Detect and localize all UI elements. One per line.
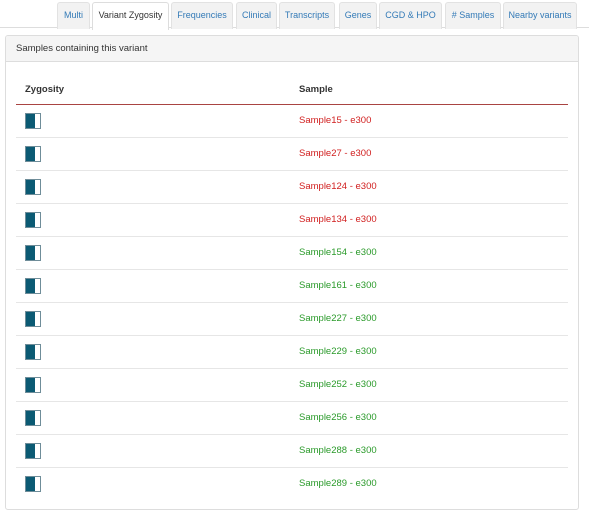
zygosity-cell [16, 335, 299, 369]
zygosity-cell [16, 302, 299, 336]
table-row: Sample161 - e300 [16, 269, 568, 303]
heterozygous-icon [25, 409, 41, 426]
table-row: Sample27 - e300 [16, 137, 568, 171]
zygosity-fill [26, 377, 35, 392]
table-row: Sample227 - e300 [16, 302, 568, 336]
table-row: Sample15 - e300 [16, 104, 568, 138]
heterozygous-icon [25, 178, 41, 195]
zygosity-fill [26, 245, 35, 260]
tab-cgd-hpo[interactable]: CGD & HPO [379, 2, 442, 29]
tab-genes[interactable]: Genes [339, 2, 377, 29]
zygosity-fill [26, 146, 35, 161]
tab-variant-zygosity[interactable]: Variant Zygosity [92, 2, 169, 30]
tab-bar: Multi Variant Zygosity Frequencies Clini… [0, 0, 589, 30]
samples-table-body: Sample15 - e300 Sample27 - e300 Sample124 … [16, 104, 568, 500]
tab-transcripts[interactable]: Transcripts [279, 2, 335, 29]
table-row: Sample229 - e300 [16, 335, 568, 369]
samples-table: Zygosity Sample Sample15 - e300 Sample27 … [16, 75, 568, 500]
zygosity-cell [16, 401, 299, 435]
heterozygous-icon [25, 475, 41, 492]
heterozygous-icon [25, 343, 41, 360]
table-header-row: Zygosity Sample [16, 75, 568, 105]
table-row: Sample252 - e300 [16, 368, 568, 402]
heterozygous-icon [25, 244, 41, 261]
sample-link[interactable]: Sample288 - e300 [299, 434, 568, 468]
zygosity-fill [26, 476, 35, 491]
sample-link[interactable]: Sample161 - e300 [299, 269, 568, 303]
sample-link[interactable]: Sample227 - e300 [299, 302, 568, 336]
sample-link[interactable]: Sample124 - e300 [299, 170, 568, 204]
zygosity-fill [26, 311, 35, 326]
zygosity-fill [26, 443, 35, 458]
zygosity-cell [16, 434, 299, 468]
heterozygous-icon [25, 211, 41, 228]
zygosity-fill [26, 410, 35, 425]
zygosity-fill [26, 278, 35, 293]
column-header-zygosity: Zygosity [16, 75, 299, 105]
zygosity-cell [16, 236, 299, 270]
zygosity-cell [16, 203, 299, 237]
zygosity-fill [26, 212, 35, 227]
zygosity-fill [26, 344, 35, 359]
table-row: Sample124 - e300 [16, 170, 568, 204]
table-row: Sample256 - e300 [16, 401, 568, 435]
zygosity-cell [16, 104, 299, 138]
zygosity-fill [26, 113, 35, 128]
sample-link[interactable]: Sample154 - e300 [299, 236, 568, 270]
zygosity-cell [16, 467, 299, 500]
sample-link[interactable]: Sample15 - e300 [299, 104, 568, 138]
tab-nearby-variants[interactable]: Nearby variants [503, 2, 577, 29]
column-header-sample: Sample [299, 75, 568, 105]
zygosity-cell [16, 269, 299, 303]
panel-title: Samples containing this variant [6, 36, 578, 62]
sample-link[interactable]: Sample134 - e300 [299, 203, 568, 237]
tab-multi[interactable]: Multi [57, 2, 90, 29]
heterozygous-icon [25, 112, 41, 129]
table-row: Sample288 - e300 [16, 434, 568, 468]
table-row: Sample289 - e300 [16, 467, 568, 500]
zygosity-fill [26, 179, 35, 194]
table-row: Sample134 - e300 [16, 203, 568, 237]
zygosity-cell [16, 170, 299, 204]
zygosity-cell [16, 368, 299, 402]
heterozygous-icon [25, 376, 41, 393]
sample-link[interactable]: Sample27 - e300 [299, 137, 568, 171]
heterozygous-icon [25, 310, 41, 327]
sample-link[interactable]: Sample229 - e300 [299, 335, 568, 369]
heterozygous-icon [25, 442, 41, 459]
samples-panel: Samples containing this variant Zygosity… [5, 35, 579, 510]
heterozygous-icon [25, 145, 41, 162]
table-row: Sample154 - e300 [16, 236, 568, 270]
sample-link[interactable]: Sample252 - e300 [299, 368, 568, 402]
sample-link[interactable]: Sample289 - e300 [299, 467, 568, 500]
sample-link[interactable]: Sample256 - e300 [299, 401, 568, 435]
tab-samples-count[interactable]: # Samples [445, 2, 501, 29]
heterozygous-icon [25, 277, 41, 294]
zygosity-cell [16, 137, 299, 171]
tab-clinical[interactable]: Clinical [236, 2, 277, 29]
tab-frequencies[interactable]: Frequencies [171, 2, 233, 29]
